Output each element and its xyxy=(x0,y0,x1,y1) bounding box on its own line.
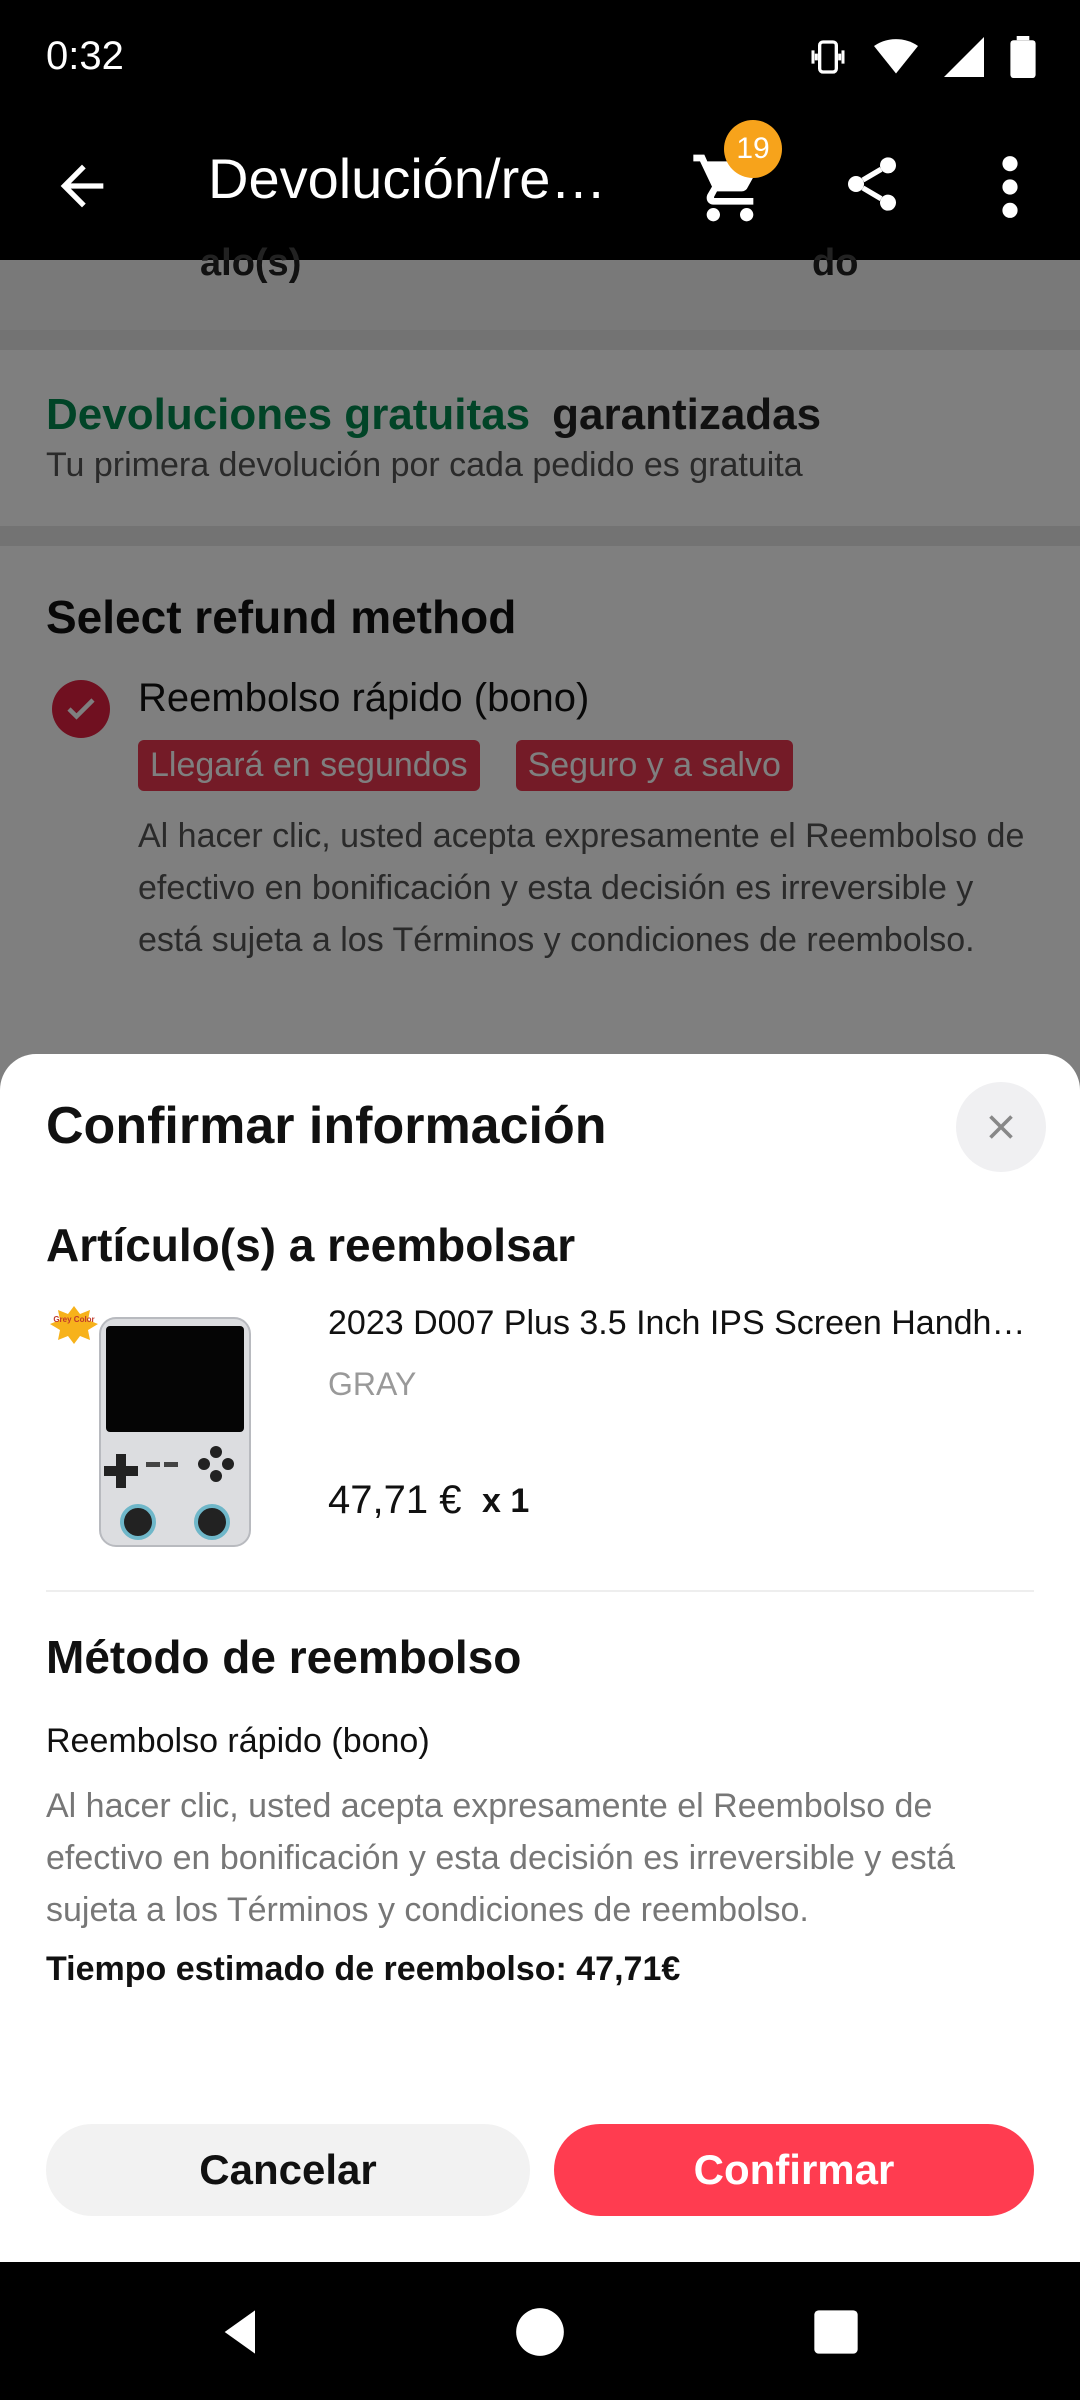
items-heading: Artículo(s) a reembolsar xyxy=(46,1219,576,1271)
wifi-icon xyxy=(874,39,918,74)
close-button[interactable] xyxy=(956,1082,1046,1172)
refund-method-name: Reembolso rápido (bono) xyxy=(46,1722,430,1760)
product-name: 2023 D007 Plus 3.5 Inch IPS Screen Handh… xyxy=(328,1304,1038,1342)
nav-back-icon[interactable] xyxy=(216,2306,268,2358)
product-badge-text: Grey Color xyxy=(53,1315,94,1324)
refund-method-description: Al hacer clic, usted acepta expresamente… xyxy=(46,1787,956,1929)
system-nav-bar xyxy=(0,2262,1080,2400)
share-icon[interactable] xyxy=(840,152,904,216)
page-title: Devolución/reembolso xyxy=(208,147,628,210)
back-arrow-icon[interactable] xyxy=(50,154,114,218)
battery-icon xyxy=(1010,36,1036,78)
estimated-refund: Tiempo estimado de reembolso: 47,71€ xyxy=(46,1950,681,1988)
cancel-button[interactable]: Cancelar xyxy=(46,2124,530,2216)
signal-icon xyxy=(944,37,984,77)
app-bar: Devolución/reembolso 19 xyxy=(0,118,1080,260)
more-vert-icon[interactable] xyxy=(990,152,1030,222)
product-price: 47,71 € xyxy=(328,1478,462,1522)
product-quantity: x 1 xyxy=(482,1482,530,1520)
product-image[interactable]: Grey Color xyxy=(46,1304,266,1594)
confirm-sheet: Confirmar información Artículo(s) a reem… xyxy=(0,1054,1080,2262)
status-icons xyxy=(808,36,1036,78)
status-time: 0:32 xyxy=(46,34,124,78)
nav-home-icon[interactable] xyxy=(514,2306,566,2358)
sheet-title: Confirmar información xyxy=(46,1097,607,1155)
status-bar: 0:32 xyxy=(0,0,1080,118)
divider xyxy=(46,1590,1034,1592)
product-variant: GRAY xyxy=(328,1366,417,1402)
close-icon xyxy=(989,1115,1013,1139)
confirm-button[interactable]: Confirmar xyxy=(554,2124,1034,2216)
refund-method-heading-sheet: Método de reembolso xyxy=(46,1631,522,1683)
nav-recents-icon[interactable] xyxy=(810,2306,862,2358)
cart-badge: 19 xyxy=(724,120,782,178)
vibrate-icon xyxy=(811,40,845,74)
